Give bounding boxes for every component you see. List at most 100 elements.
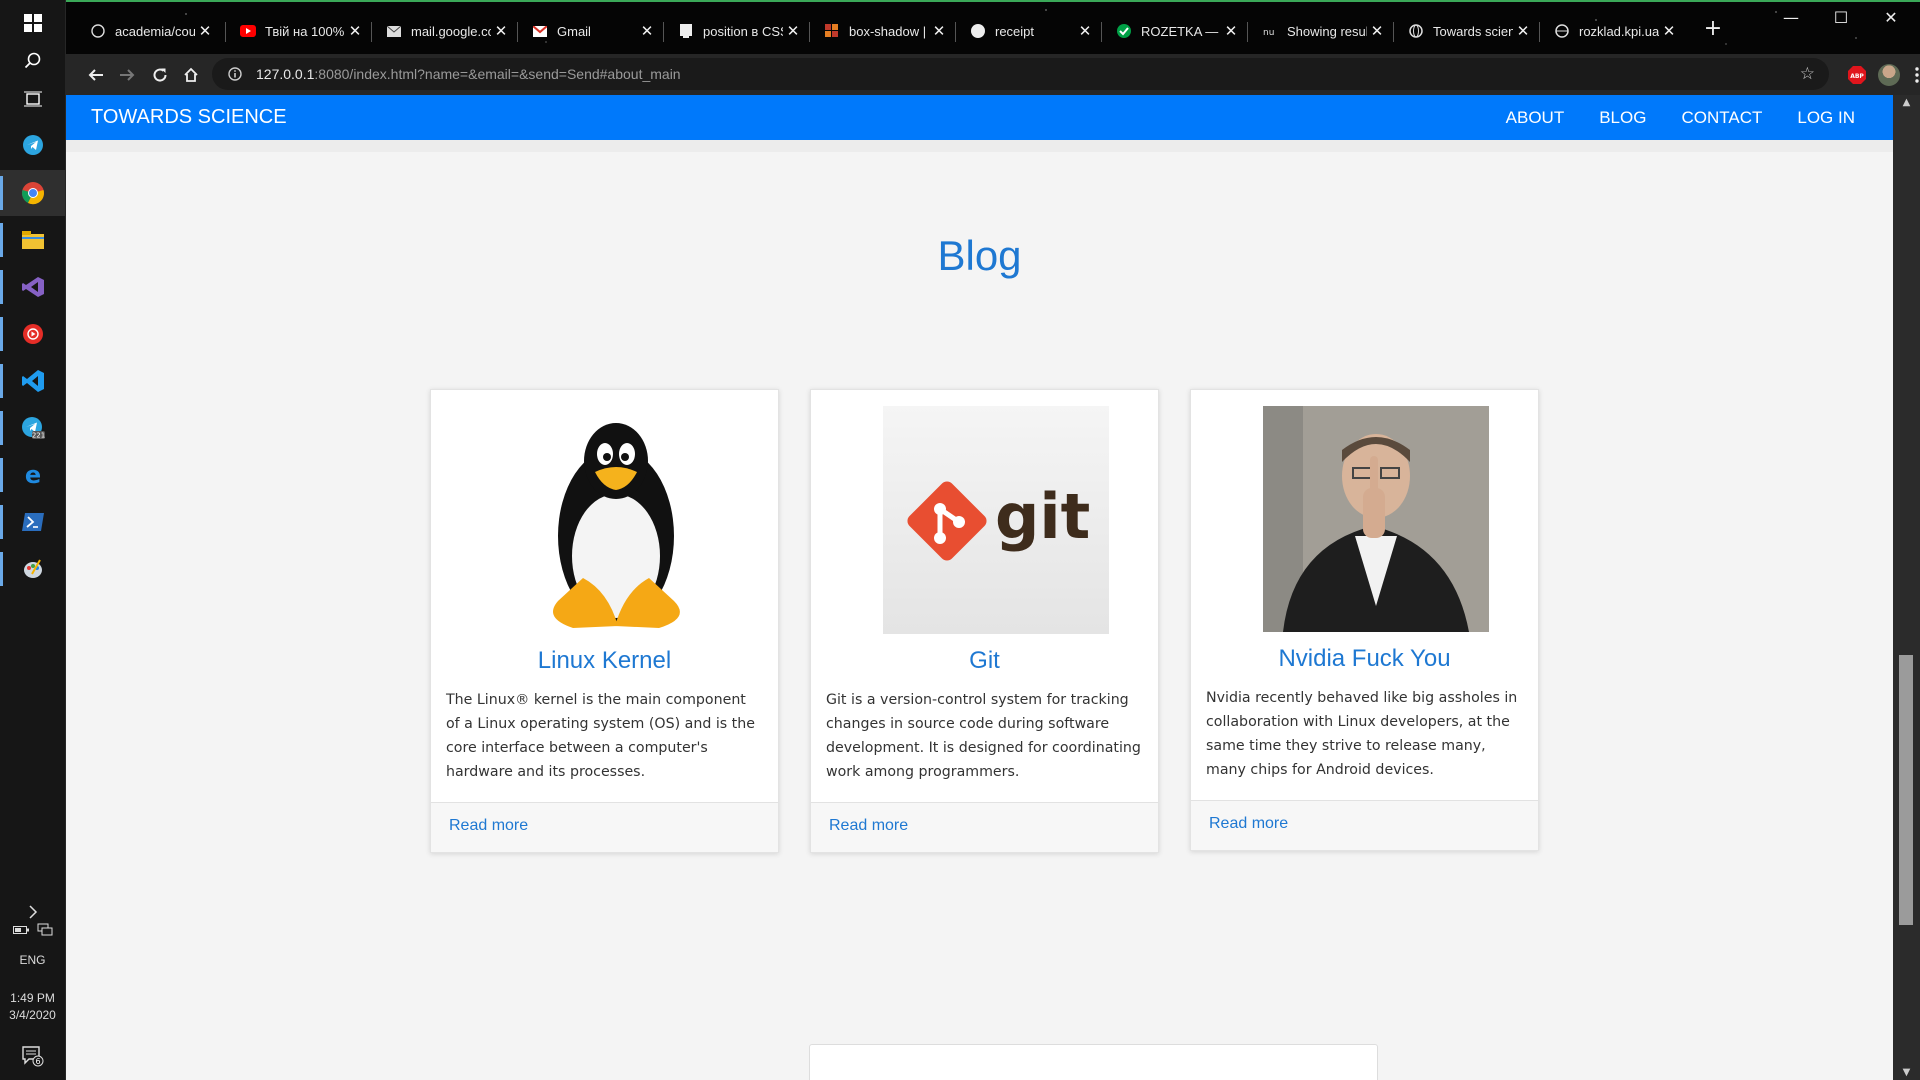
telegram-icon: [22, 135, 43, 155]
adblock-extension-button[interactable]: ABP: [1842, 60, 1872, 90]
page-icon: [824, 23, 840, 39]
edge-icon: e: [24, 464, 40, 486]
nav-blog[interactable]: BLOG: [1599, 95, 1646, 140]
close-tab-icon[interactable]: ✕: [637, 22, 657, 40]
browser-tab[interactable]: mail.google.co ✕: [372, 10, 517, 52]
powershell-icon: [21, 513, 44, 531]
blog-card: git Git Git is a version-control system …: [810, 389, 1159, 853]
scroll-down-arrow[interactable]: ▼: [1893, 1067, 1920, 1078]
close-tab-icon[interactable]: ✕: [1659, 22, 1679, 40]
adblock-label: ABP: [1850, 73, 1864, 80]
taskbar-file-explorer[interactable]: [0, 217, 65, 263]
mail-icon: [386, 23, 402, 39]
site-navbar: TOWARDS SCIENCE ABOUT BLOG CONTACT LOG I…: [66, 95, 1893, 140]
close-tab-icon[interactable]: ✕: [195, 22, 215, 40]
network-icon: [37, 923, 52, 936]
card-text: Git is a version-control system for trac…: [826, 692, 1141, 780]
scrollbar-thumb[interactable]: [1899, 655, 1913, 925]
scroll-up-arrow[interactable]: ▲: [1893, 97, 1920, 108]
minimize-button[interactable]: —: [1768, 4, 1814, 32]
tab-title: Твій на 100%: [265, 23, 345, 39]
blog-card: Nvidia Fuck You Nvidia recently behaved …: [1190, 389, 1539, 851]
taskbar-visual-studio[interactable]: [0, 264, 65, 310]
browser-tab[interactable]: Towards scienc ✕: [1394, 10, 1539, 52]
tray-icons[interactable]: [0, 916, 65, 944]
page-icon: nu: [1262, 23, 1278, 39]
close-tab-icon[interactable]: ✕: [491, 22, 511, 40]
browser-tab[interactable]: Твій на 100% ✕: [226, 10, 371, 52]
site-brand[interactable]: TOWARDS SCIENCE: [91, 95, 287, 140]
more-vertical-icon: [1915, 67, 1919, 83]
new-tab-button[interactable]: +: [1698, 16, 1728, 41]
back-button[interactable]: [81, 60, 111, 90]
chrome-menu-button[interactable]: [1902, 60, 1920, 90]
arrow-left-icon: [88, 69, 103, 81]
bookmark-star-icon[interactable]: ☆: [1800, 64, 1815, 84]
github-icon: [90, 23, 106, 39]
browser-tab[interactable]: ROZETKA — M ✕: [1102, 10, 1247, 52]
taskbar-telegram[interactable]: [0, 122, 65, 168]
address-bar[interactable]: 127.0.0.1 :8080/index.html?name=&email=&…: [212, 58, 1829, 90]
profile-button[interactable]: [1874, 60, 1904, 90]
nav-login[interactable]: LOG IN: [1797, 95, 1855, 140]
taskbar-telegram-2[interactable]: 221: [0, 405, 65, 451]
clock-date[interactable]: 3/4/2020: [0, 1007, 65, 1023]
page-scrollbar[interactable]: ▲ ▼: [1893, 95, 1920, 1080]
close-window-button[interactable]: ✕: [1868, 4, 1914, 32]
read-more-link[interactable]: Read more: [1209, 815, 1288, 833]
close-tab-icon[interactable]: ✕: [1367, 22, 1387, 40]
close-tab-icon[interactable]: ✕: [1075, 22, 1095, 40]
maximize-button[interactable]: ☐: [1818, 4, 1864, 32]
browser-tab[interactable]: rozklad.kpi.ua/ ✕: [1540, 10, 1685, 52]
browser-tab[interactable]: nu Showing result ✕: [1248, 10, 1393, 52]
folder-icon: [21, 231, 44, 249]
windows-taskbar: 221 e ENG 1:49 PM 3/4/2020 6: [0, 0, 66, 1080]
language-indicator[interactable]: ENG: [0, 952, 65, 968]
tab-strip: academia/cour ✕ Твій на 100% ✕ mail.goog…: [66, 0, 1920, 56]
page-viewport: TOWARDS SCIENCE ABOUT BLOG CONTACT LOG I…: [66, 95, 1920, 1080]
taskbar-paint[interactable]: [0, 546, 65, 592]
card-text: Nvidia recently behaved like big asshole…: [1206, 690, 1518, 778]
nav-about[interactable]: ABOUT: [1506, 95, 1565, 140]
info-icon[interactable]: [228, 66, 244, 82]
rozetka-icon: [1116, 23, 1132, 39]
reload-button[interactable]: [145, 60, 175, 90]
browser-tab[interactable]: position в CSS ✕: [664, 10, 809, 52]
home-button[interactable]: [176, 60, 206, 90]
next-section-form-edge: [809, 1044, 1378, 1080]
close-tab-icon[interactable]: ✕: [783, 22, 803, 40]
nav-links: ABOUT BLOG CONTACT LOG IN: [1471, 95, 1855, 140]
close-tab-icon[interactable]: ✕: [345, 22, 365, 40]
card-title[interactable]: Nvidia Fuck You: [1191, 645, 1538, 673]
taskbar-youtube-music[interactable]: [0, 311, 65, 357]
action-center-button[interactable]: 6: [0, 1040, 65, 1072]
read-more-link[interactable]: Read more: [449, 817, 528, 835]
browser-tab[interactable]: receipt ✕: [956, 10, 1101, 52]
browser-tab[interactable]: academia/cour ✕: [76, 10, 221, 52]
clock-time[interactable]: 1:49 PM: [0, 990, 65, 1006]
globe-icon: [1554, 23, 1570, 39]
music-player-icon: [22, 324, 43, 344]
nav-contact[interactable]: CONTACT: [1681, 95, 1762, 140]
read-more-link[interactable]: Read more: [829, 817, 908, 835]
card-footer: Read more: [431, 802, 778, 852]
card-title[interactable]: Linux Kernel: [431, 647, 778, 675]
tab-title: academia/cour: [115, 23, 195, 39]
tux-penguin-image: [503, 406, 729, 634]
svg-text:e: e: [24, 464, 40, 486]
close-tab-icon[interactable]: ✕: [1513, 22, 1533, 40]
taskbar-edge[interactable]: e: [0, 452, 65, 498]
close-tab-icon[interactable]: ✕: [929, 22, 949, 40]
windows-logo-icon: [23, 14, 42, 32]
card-title[interactable]: Git: [811, 647, 1158, 675]
close-tab-icon[interactable]: ✕: [1221, 22, 1241, 40]
search-icon: [24, 52, 40, 69]
browser-tab[interactable]: Gmail ✕: [518, 10, 663, 52]
browser-tab[interactable]: box-shadow | h ✕: [810, 10, 955, 52]
taskbar-powershell[interactable]: [0, 499, 65, 545]
forward-button[interactable]: [112, 60, 142, 90]
page-icon: [970, 23, 986, 39]
taskbar-chrome[interactable]: [0, 170, 65, 216]
taskbar-vscode[interactable]: [0, 358, 65, 404]
task-view-button[interactable]: [0, 76, 65, 122]
